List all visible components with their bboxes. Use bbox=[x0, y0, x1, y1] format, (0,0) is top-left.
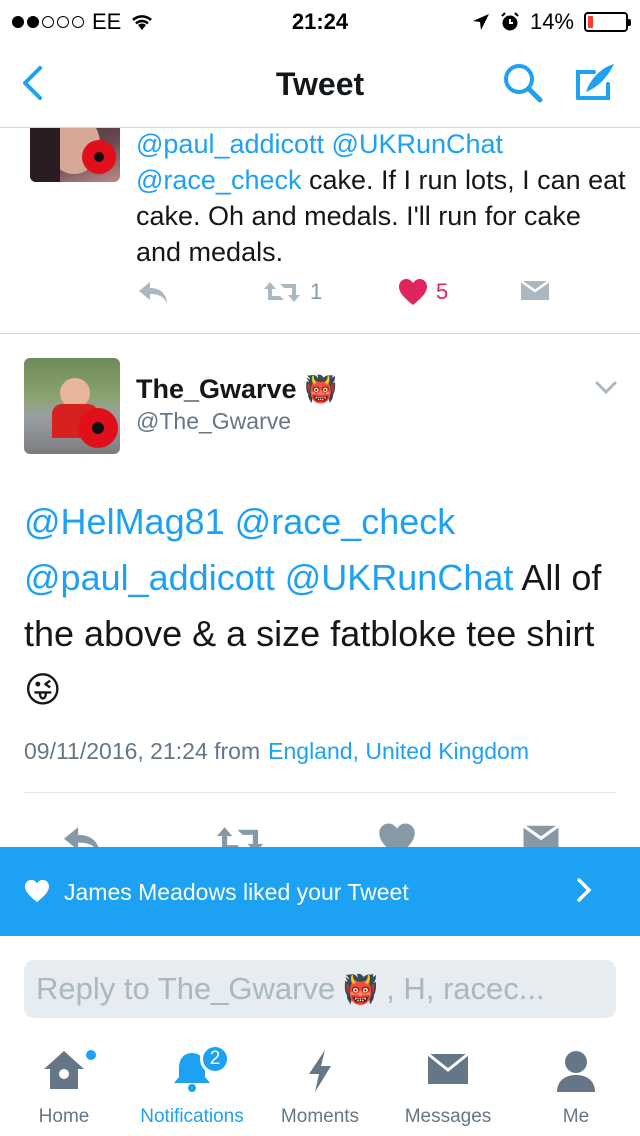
tab-label: Moments bbox=[280, 1106, 360, 1127]
alarm-icon bbox=[501, 12, 519, 31]
battery-icon bbox=[584, 12, 631, 32]
tab-notifications[interactable]: 2 Notifications bbox=[128, 1036, 256, 1136]
heart-icon bbox=[25, 879, 49, 903]
mention-link[interactable]: @paul_addicott bbox=[24, 557, 275, 598]
location-link[interactable]: England, United Kingdom bbox=[268, 738, 529, 764]
reply-placeholder-suffix: , H, racec... bbox=[386, 971, 545, 1006]
like-count: 5 bbox=[436, 279, 449, 304]
tab-moments[interactable]: Moments bbox=[256, 1036, 384, 1136]
lightning-icon bbox=[309, 1050, 331, 1092]
heart-icon bbox=[399, 279, 427, 305]
retweet-icon bbox=[264, 282, 300, 302]
poppy-icon bbox=[82, 140, 116, 174]
envelope-icon bbox=[520, 279, 550, 300]
retweet-button[interactable]: 1 bbox=[262, 278, 322, 306]
notification-badge: 2 bbox=[200, 1044, 230, 1074]
tab-home[interactable]: Home bbox=[0, 1036, 128, 1136]
tab-label: Me bbox=[562, 1106, 590, 1127]
location-arrow-icon bbox=[472, 14, 489, 30]
mention-link[interactable]: @HelMag81 bbox=[24, 501, 225, 542]
ogre-emoji-icon: 👹 bbox=[343, 973, 379, 1005]
chevron-down-icon[interactable] bbox=[594, 380, 618, 396]
envelope-icon bbox=[427, 1052, 469, 1084]
tab-label: Notifications bbox=[140, 1106, 244, 1127]
poppy-icon bbox=[78, 408, 118, 448]
mention-link[interactable]: @UKRunChat bbox=[285, 557, 514, 598]
reply-input[interactable]: Reply to The_Gwarve 👹 , H, racec... bbox=[24, 960, 616, 1018]
reply-button[interactable] bbox=[136, 278, 170, 306]
reply-placeholder: Reply to The_Gwarve bbox=[36, 971, 336, 1006]
battery-percent: 14% bbox=[529, 9, 574, 34]
mention-link[interactable]: @paul_addicott @UKRunChat bbox=[136, 129, 503, 159]
ogre-emoji-icon: 👹 bbox=[304, 374, 337, 404]
mention-link[interactable]: @race_check bbox=[235, 501, 456, 542]
compose-icon[interactable] bbox=[570, 58, 620, 108]
timestamp: 09/11/2016, 21:24 from bbox=[24, 738, 261, 764]
new-content-dot bbox=[86, 1050, 96, 1060]
person-icon bbox=[557, 1051, 595, 1092]
user-handle[interactable]: @The_Gwarve bbox=[136, 408, 291, 435]
chevron-right-icon[interactable] bbox=[576, 877, 592, 903]
tweet-body: @HelMag81 @race_check @paul_addicott @UK… bbox=[24, 494, 624, 718]
tweet-actions: 1 5 bbox=[136, 278, 556, 318]
like-button[interactable]: 5 bbox=[398, 278, 448, 306]
tab-bar: Home 2 Notifications Moments Messages Me bbox=[0, 1036, 640, 1136]
avatar[interactable] bbox=[24, 358, 120, 454]
tweet-meta: 09/11/2016, 21:24 from England, United Ki… bbox=[24, 738, 529, 765]
tab-label: Home bbox=[38, 1106, 90, 1127]
home-icon bbox=[44, 1051, 84, 1089]
direct-message-button[interactable] bbox=[520, 278, 550, 302]
retweet-count: 1 bbox=[310, 279, 323, 304]
tab-messages[interactable]: Messages bbox=[384, 1036, 512, 1136]
previous-tweet[interactable]: @paul_addicott @UKRunChat @race_check ca… bbox=[0, 128, 640, 334]
status-bar: EE 21:24 14% bbox=[0, 0, 640, 40]
tab-me[interactable]: Me bbox=[512, 1036, 640, 1136]
display-name[interactable]: The_Gwarve bbox=[136, 374, 297, 405]
search-icon[interactable] bbox=[498, 58, 548, 108]
banner-text: James Meadows liked your Tweet bbox=[64, 879, 409, 905]
divider bbox=[24, 792, 616, 793]
avatar[interactable] bbox=[30, 128, 120, 182]
notification-banner[interactable]: James Meadows liked your Tweet bbox=[0, 847, 640, 936]
reply-area: Reply to The_Gwarve 👹 , H, racec... bbox=[0, 936, 640, 1032]
reply-icon bbox=[139, 282, 167, 303]
nav-bar: Tweet bbox=[0, 40, 640, 128]
winking-tongue-emoji-icon: 😜 bbox=[24, 669, 62, 710]
focused-tweet: The_Gwarve 👹 @The_Gwarve @HelMag81 @race… bbox=[0, 334, 640, 864]
mention-link[interactable]: @race_check bbox=[136, 165, 301, 195]
tab-label: Messages bbox=[404, 1106, 492, 1127]
